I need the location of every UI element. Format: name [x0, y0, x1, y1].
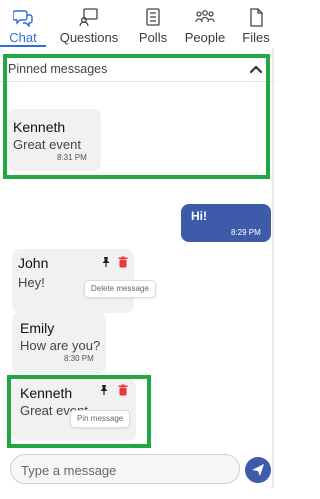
- tab-polls[interactable]: Polls: [132, 0, 174, 47]
- poll-list-icon: [146, 8, 160, 26]
- trash-icon[interactable]: [117, 256, 129, 268]
- tab-label: People: [184, 30, 226, 45]
- message-time: 8:30 PM: [64, 354, 94, 363]
- tab-people[interactable]: People: [174, 0, 236, 47]
- pin-icon[interactable]: [98, 384, 110, 396]
- tab-questions[interactable]: Questions: [46, 0, 132, 47]
- tab-files[interactable]: Files: [236, 0, 276, 47]
- message-composer: [10, 454, 240, 484]
- tab-chat[interactable]: Chat: [0, 0, 46, 47]
- pin-icon[interactable]: [100, 256, 112, 268]
- message-input[interactable]: [21, 461, 231, 479]
- trash-icon[interactable]: [117, 384, 129, 396]
- send-icon: [252, 464, 264, 476]
- message-author: Kenneth: [20, 385, 73, 401]
- file-icon: [250, 8, 263, 27]
- own-message: Hi! 8:29 PM: [181, 204, 271, 242]
- tab-bar: Chat Questions Polls People Files: [0, 0, 276, 47]
- pinned-title: Pinned messages: [8, 62, 108, 76]
- scrollbar[interactable]: [272, 48, 274, 488]
- message-author: Emily: [20, 320, 55, 336]
- message-time: 8:29 PM: [231, 228, 261, 237]
- chat-bubbles-icon: [13, 10, 33, 27]
- tab-label: Polls: [138, 30, 168, 45]
- message-text: How are you?: [20, 338, 101, 353]
- chevron-up-icon[interactable]: [248, 62, 264, 76]
- tab-label: Files: [242, 30, 270, 45]
- pinned-message: Kenneth Great event 8:31 PM: [7, 109, 101, 171]
- question-board-icon: [79, 8, 98, 27]
- message-emily: Emily How are you? 8:30 PM: [12, 312, 106, 374]
- message-author: John: [18, 255, 49, 271]
- message-time: 8:31 PM: [57, 153, 87, 162]
- tab-label: Questions: [59, 30, 119, 45]
- message-author: Kenneth: [13, 119, 66, 135]
- message-text: Great event: [13, 137, 81, 152]
- people-icon: [195, 10, 215, 23]
- tab-label: Chat: [9, 30, 37, 45]
- send-button[interactable]: [245, 457, 271, 483]
- message-text: Hi!: [191, 209, 207, 223]
- message-text: Hey!: [18, 275, 45, 290]
- tooltip-delete-message: Delete message: [84, 280, 156, 298]
- pinned-header[interactable]: Pinned messages: [0, 56, 276, 82]
- tooltip-pin-message: Pin message: [70, 410, 131, 428]
